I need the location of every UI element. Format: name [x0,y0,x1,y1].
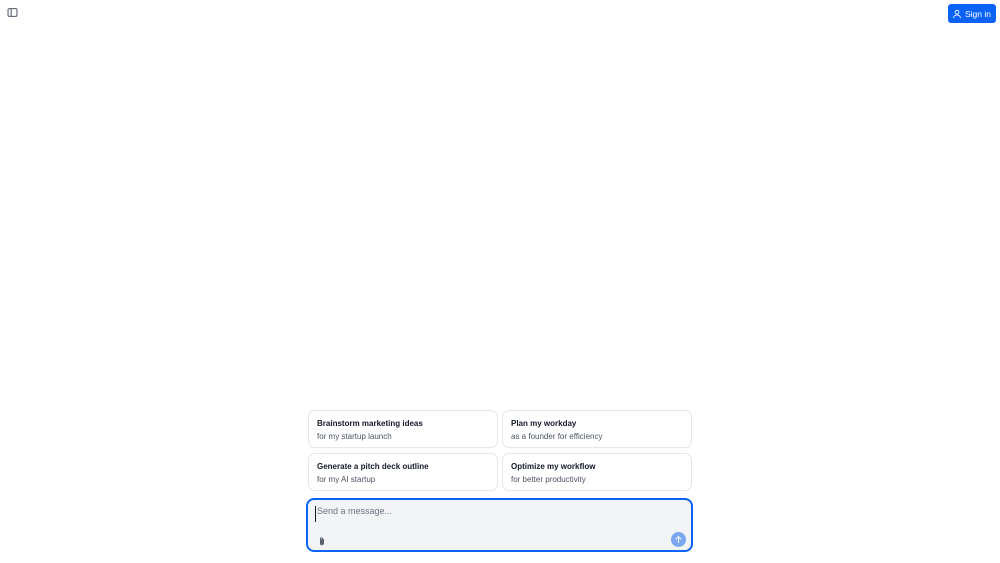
sign-in-button[interactable]: Sign in [948,4,996,23]
message-composer [306,498,693,552]
suggestion-card[interactable]: Plan my workday as a founder for efficie… [502,410,692,448]
attach-button[interactable] [316,535,328,547]
arrow-up-icon [675,536,682,544]
paperclip-icon [320,536,324,545]
suggestion-subtitle: for my startup launch [317,432,392,441]
sidebar-toggle-button[interactable] [4,4,21,21]
suggestion-card[interactable]: Generate a pitch deck outline for my AI … [308,453,498,491]
suggestion-title: Generate a pitch deck outline [317,462,429,471]
suggestion-subtitle: as a founder for efficiency [511,432,603,441]
user-icon [952,9,962,19]
suggestion-title: Brainstorm marketing ideas [317,419,423,428]
suggestion-card[interactable]: Optimize my workflow for better producti… [502,453,692,491]
suggestion-subtitle: for my AI startup [317,475,376,484]
sign-in-label: Sign in [965,8,991,19]
suggestion-title: Optimize my workflow [511,462,596,471]
message-input[interactable] [315,506,675,522]
send-button[interactable] [671,532,686,547]
chat-app: Sign in Brainstorm marketing ideas for m… [0,0,1000,563]
suggestion-card[interactable]: Brainstorm marketing ideas for my startu… [308,410,498,448]
suggestion-title: Plan my workday [511,419,577,428]
sidebar-toggle-icon [7,8,18,17]
suggestion-grid: Brainstorm marketing ideas for my startu… [308,410,692,491]
suggestion-subtitle: for better productivity [511,475,586,484]
